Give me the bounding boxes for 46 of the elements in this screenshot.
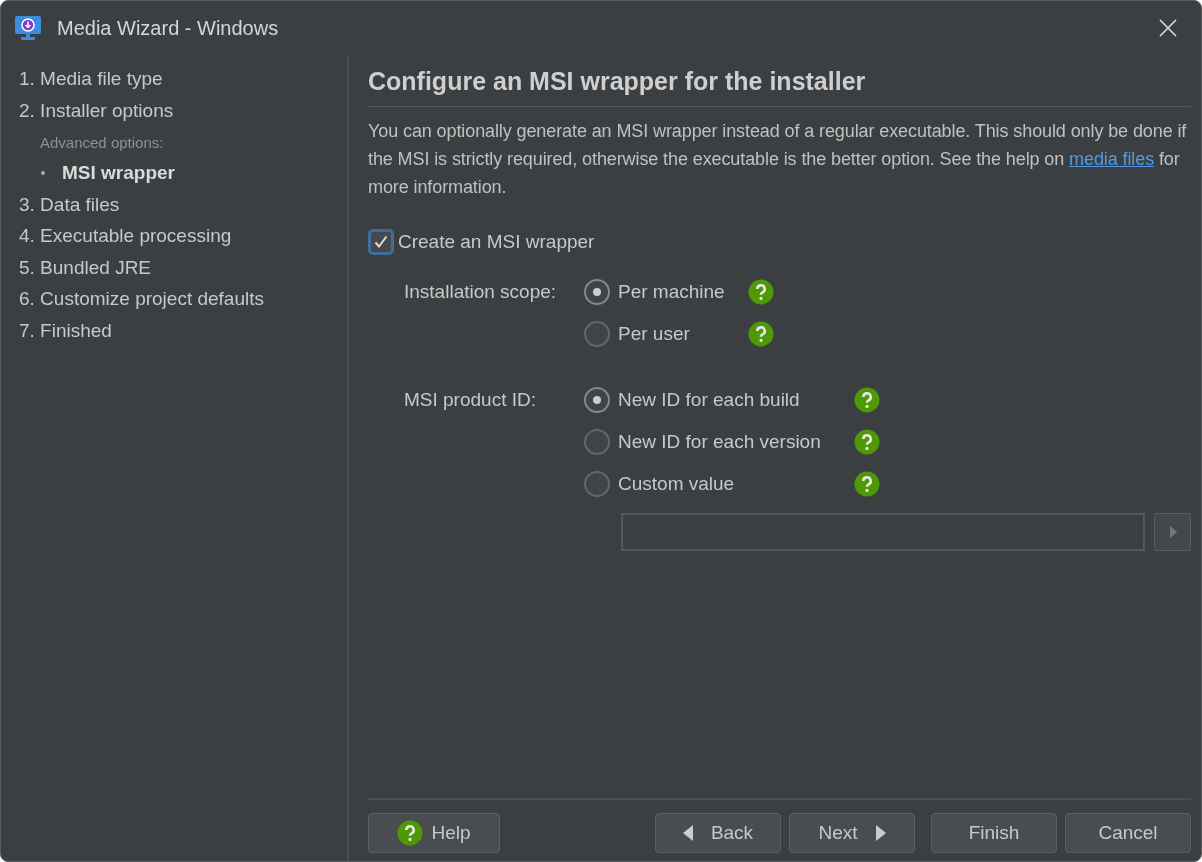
caret-right-icon [1168,526,1177,538]
wizard-step[interactable]: 2. Installer options [19,94,347,126]
cancel-button[interactable]: Cancel [1065,813,1191,853]
wizard-step[interactable]: 7. Finished [19,314,347,346]
media-files-link[interactable]: media files [1069,149,1155,169]
radio-button[interactable] [584,471,610,497]
wizard-step[interactable]: 4. Executable processing [19,220,347,252]
help-icon [397,820,424,846]
radio-button[interactable] [584,429,610,455]
help-icon[interactable] [748,321,774,347]
radio-button[interactable] [584,321,610,347]
page-heading: Configure an MSI wrapper for the installer [368,67,1191,107]
radio-label: Per machine [618,281,726,303]
help-button[interactable]: Help [368,813,500,853]
close-icon [1159,19,1177,37]
window-title: Media Wizard - Windows [57,16,279,40]
wizard-step[interactable]: 6. Customize project defaults [19,283,347,315]
radio-button[interactable] [584,387,610,413]
wizard-step[interactable]: 5. Bundled JRE [19,251,347,283]
bullet-icon [41,170,45,175]
custom-value-field[interactable] [621,513,1145,551]
radio-label: Custom value [618,473,736,495]
sub-heading: Advanced options: [39,133,165,153]
wizard-step[interactable]: 3. Data files [19,188,347,220]
next-button[interactable]: Next [789,813,915,853]
help-icon[interactable] [854,429,880,455]
help-icon[interactable] [854,471,880,497]
checkbox[interactable] [368,229,394,255]
wizard-step[interactable]: 1. Media file type [19,63,347,95]
group-label: MSI product ID: [404,388,537,412]
radio-label: Per user [618,323,691,345]
monitor-download-icon [14,15,42,41]
radio-label: New ID for each version [618,431,822,453]
radio-label: New ID for each build [618,389,801,411]
back-button[interactable]: Back [655,813,781,853]
wizard-step[interactable]: MSI wrapper [62,157,175,189]
radio-button[interactable] [584,279,610,305]
checkbox-label: Create an MSI wrapper [398,231,595,253]
help-icon[interactable] [748,279,774,305]
caret-left-icon [682,825,693,841]
check-icon [373,234,389,250]
intro-text: You can optionally generate an MSI wrapper instead of a regular executable. This should only be done if the MSI is strictly required, otherwise the executable is the better option. See the help on media files for more information. [368,120,1188,199]
caret-right-icon [875,825,886,841]
help-icon[interactable] [854,387,880,413]
finish-button[interactable]: Finish [931,813,1057,853]
group-label: Installation scope: [404,280,558,304]
